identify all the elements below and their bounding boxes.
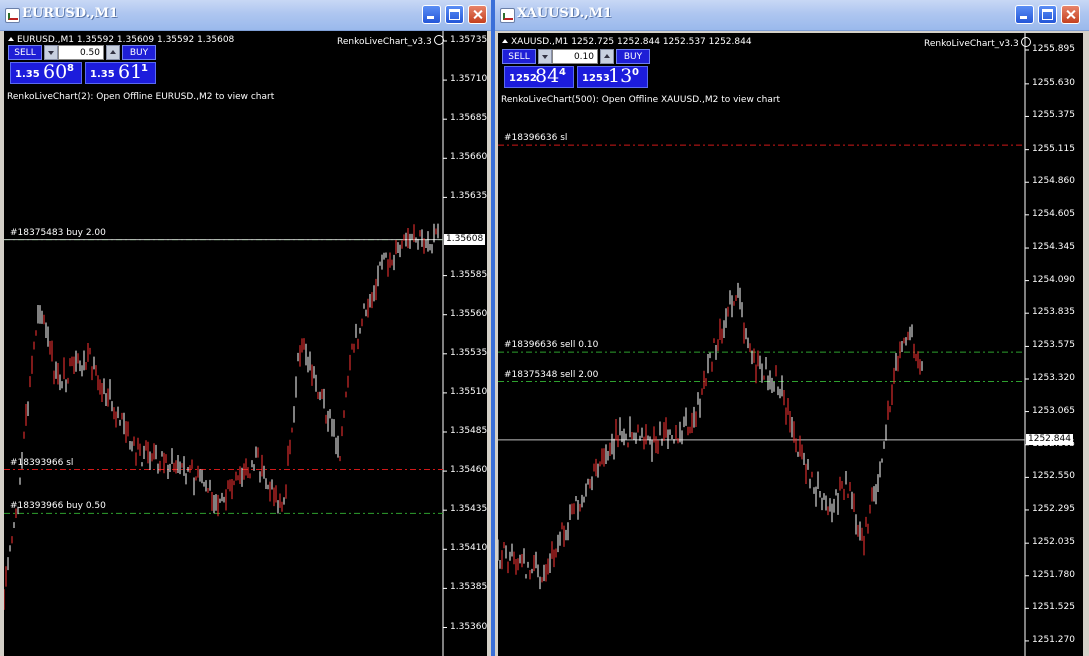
symbol-ohlc-label: XAUUSD.,M1 1252.725 1252.844 1252.537 12…	[502, 37, 752, 47]
window-title: EURUSD.,M1	[22, 6, 119, 21]
ask-price-box[interactable]: 1.35 61 1	[85, 61, 156, 84]
order-label[interactable]: #18393966 sl	[10, 458, 73, 468]
order-label[interactable]: #18396636 sell 0.10	[504, 340, 598, 350]
order-label[interactable]: #18375483 buy 2.00	[10, 228, 106, 238]
axis-tick-label: 1.35435	[450, 504, 487, 515]
lot-increase-icon[interactable]	[600, 49, 614, 64]
axis-tick-label: 1.35585	[450, 269, 487, 280]
axis-tick-label: 1254.345	[1032, 242, 1075, 253]
triangle-icon	[8, 37, 14, 41]
window-titlebar[interactable]: XAUUSD.,M1	[495, 0, 1089, 31]
ask-price-box[interactable]: 1253 13 0	[577, 65, 648, 88]
axis-tick-label: 1254.090	[1032, 274, 1075, 285]
chart-window-icon	[5, 8, 20, 23]
axis-tick-label: 1251.270	[1032, 634, 1075, 645]
lot-decrease-icon[interactable]	[44, 45, 58, 60]
axis-tick-label: 1.35685	[450, 113, 487, 124]
current-price-label: 1252.844	[1026, 433, 1073, 445]
axis-tick-label: 1251.525	[1032, 602, 1075, 613]
window-titlebar[interactable]: EURUSD.,M1	[0, 0, 491, 31]
axis-tick-label: 1251.780	[1032, 569, 1075, 580]
axis-tick-label: 1252.035	[1032, 537, 1075, 548]
axis-tick-label: 1.35385	[450, 582, 487, 593]
bid-price-box[interactable]: 1252 84 4	[504, 65, 574, 88]
renko-info-line: RenkoLiveChart(2): Open Offline EURUSD.,…	[7, 92, 275, 102]
chart-window-eurusd[interactable]: EURUSD.,M1 EURUSD.,M1 1.35592 1.35609 1.…	[0, 0, 491, 656]
symbol-ohlc-text: EURUSD.,M1 1.35592 1.35609 1.35592 1.356…	[17, 35, 235, 45]
close-button[interactable]	[468, 5, 487, 24]
bid-price-pips: 60	[43, 61, 68, 83]
order-label[interactable]: #18393966 buy 0.50	[10, 501, 106, 511]
axis-tick-label: 1.35410	[450, 543, 487, 554]
axis-tick-label: 1.35485	[450, 426, 487, 436]
bid-price-box[interactable]: 1.35 60 8	[10, 61, 82, 84]
axis-tick-label: 1255.115	[1032, 143, 1075, 154]
buy-button[interactable]: BUY	[616, 49, 650, 64]
lot-size-input[interactable]: 0.10	[552, 49, 598, 64]
axis-tick-label: 1254.605	[1032, 208, 1075, 219]
order-label[interactable]: #18375348 sell 2.00	[504, 370, 598, 380]
bid-price-prefix: 1.35	[15, 69, 40, 80]
lot-increase-icon[interactable]	[106, 45, 120, 60]
ask-price-fraction: 1	[141, 63, 148, 74]
minimize-button[interactable]	[422, 5, 441, 24]
sell-button[interactable]: SELL	[502, 49, 536, 64]
ask-price-prefix: 1253	[582, 73, 610, 84]
order-label[interactable]: #18396636 sl	[504, 133, 567, 143]
lot-decrease-icon[interactable]	[538, 49, 552, 64]
axis-tick-label: 1.35360	[450, 621, 487, 632]
axis-tick-label: 1.35735	[450, 35, 487, 45]
axis-tick-label: 1255.630	[1032, 77, 1075, 88]
axis-tick-label: 1255.375	[1032, 110, 1075, 121]
ea-name: RenkoLiveChart_v3.3	[337, 37, 432, 47]
lot-size-input[interactable]: 0.50	[58, 45, 104, 60]
price-chart-area[interactable]: XAUUSD.,M1 1252.725 1252.844 1252.537 12…	[498, 33, 1083, 656]
axis-tick-label: 1.35635	[450, 191, 487, 202]
sell-button[interactable]: SELL	[8, 45, 42, 60]
axis-tick-label: 1252.295	[1032, 503, 1075, 514]
symbol-ohlc-text: XAUUSD.,M1 1252.725 1252.844 1252.537 12…	[511, 37, 752, 47]
maximize-button[interactable]	[1038, 5, 1057, 24]
axis-tick-label: 1254.860	[1032, 176, 1075, 187]
ask-price-prefix: 1.35	[90, 69, 115, 80]
price-chart-svg	[4, 31, 447, 656]
bid-price-pips: 84	[535, 65, 560, 87]
buy-button[interactable]: BUY	[122, 45, 156, 60]
axis-tick-label: 1.35710	[450, 74, 487, 85]
axis-tick-label: 1.35460	[450, 465, 487, 476]
close-button[interactable]	[1061, 5, 1080, 24]
bid-price-prefix: 1252	[509, 73, 537, 84]
ask-price-pips: 13	[608, 65, 633, 87]
axis-tick-label: 1252.550	[1032, 471, 1075, 482]
renko-info-line: RenkoLiveChart(500): Open Offline XAUUSD…	[501, 95, 781, 105]
maximize-button[interactable]	[445, 5, 464, 24]
price-chart-area[interactable]: EURUSD.,M1 1.35592 1.35609 1.35592 1.356…	[4, 31, 487, 656]
bid-price-fraction: 4	[559, 67, 566, 78]
axis-tick-label: 1253.575	[1032, 340, 1075, 351]
expert-advisor-label[interactable]: RenkoLiveChart_v3.3	[924, 37, 1031, 49]
axis-tick-label: 1253.065	[1032, 405, 1075, 416]
current-price-label: 1.35608	[444, 233, 486, 245]
smiley-icon	[1020, 37, 1031, 47]
window-title: XAUUSD.,M1	[517, 6, 613, 21]
chart-window-xauusd[interactable]: XAUUSD.,M1 XAUUSD.,M1 1252.725 1252.844 …	[495, 0, 1089, 656]
axis-tick-label: 1.35660	[450, 152, 487, 163]
bid-price-fraction: 8	[67, 63, 74, 74]
chart-window-icon	[500, 8, 515, 23]
axis-tick-label: 1.35560	[450, 308, 487, 319]
axis-tick-label: 1253.320	[1032, 373, 1075, 383]
symbol-ohlc-label: EURUSD.,M1 1.35592 1.35609 1.35592 1.356…	[8, 35, 234, 45]
axis-tick-label: 1255.895	[1032, 44, 1075, 54]
minimize-button[interactable]	[1015, 5, 1034, 24]
axis-tick-label: 1.35510	[450, 386, 487, 397]
ask-price-pips: 61	[118, 61, 143, 83]
axis-tick-label: 1.35535	[450, 347, 487, 358]
ea-name: RenkoLiveChart_v3.3	[924, 39, 1019, 49]
axis-tick-label: 1253.835	[1032, 307, 1075, 318]
smiley-icon	[433, 35, 444, 45]
triangle-icon	[502, 39, 508, 43]
expert-advisor-label[interactable]: RenkoLiveChart_v3.3	[337, 35, 444, 47]
ask-price-fraction: 0	[632, 67, 639, 78]
